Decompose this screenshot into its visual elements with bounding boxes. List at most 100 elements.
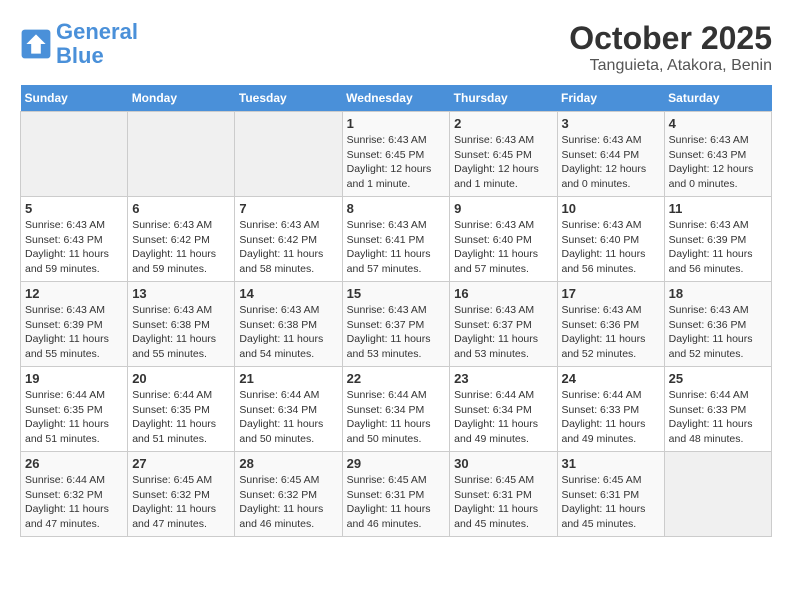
logo: General Blue [20, 20, 138, 68]
day-cell: 7 Sunrise: 6:43 AM Sunset: 6:42 PM Daylig… [235, 197, 342, 282]
day-number: 6 [132, 201, 230, 216]
day-number: 16 [454, 286, 552, 301]
week-row-3: 12Sunrise: 6:43 AM Sunset: 6:39 PM Dayli… [21, 282, 772, 367]
header-cell-saturday: Saturday [664, 85, 771, 112]
header-cell-friday: Friday [557, 85, 664, 112]
day-cell: 29Sunrise: 6:45 AM Sunset: 6:31 PM Dayli… [342, 452, 450, 537]
day-info: Sunrise: 6:43 AM Sunset: 6:43 PM Dayligh… [25, 218, 123, 277]
day-cell: 20 Sunrise: 6:44 AM Sunset: 6:35 PM Dayli… [128, 367, 235, 452]
day-info: Sunrise: 6:43 AM Sunset: 6:36 PM Dayligh… [562, 303, 660, 362]
calendar-title: October 2025 [569, 20, 772, 57]
day-cell: 6 Sunrise: 6:43 AM Sunset: 6:42 PM Daylig… [128, 197, 235, 282]
day-number: 10 [562, 201, 660, 216]
day-info: Sunrise: 6:43 AM Sunset: 6:40 PM Dayligh… [562, 218, 660, 277]
day-number: 8 [347, 201, 446, 216]
day-number: 11 [669, 201, 767, 216]
day-cell: 22 Sunrise: 6:44 AM Sunset: 6:34 PM Dayli… [342, 367, 450, 452]
day-info: Sunrise: 6:45 AM Sunset: 6:31 PM Dayligh… [562, 473, 660, 532]
day-info: Sunrise: 6:44 AM Sunset: 6:34 PM Dayligh… [239, 388, 337, 447]
day-cell [21, 112, 128, 197]
day-info: Sunrise: 6:44 AM Sunset: 6:34 PM Dayligh… [454, 388, 552, 447]
day-info: Sunrise: 6:43 AM Sunset: 6:42 PM Dayligh… [239, 218, 337, 277]
day-number: 3 [562, 116, 660, 131]
day-number: 7 [239, 201, 337, 216]
calendar-body: 1Sunrise: 6:43 AM Sunset: 6:45 PM Daylig… [21, 112, 772, 537]
logo-icon [20, 28, 52, 60]
day-cell: 28Sunrise: 6:45 AM Sunset: 6:32 PM Dayli… [235, 452, 342, 537]
day-info: Sunrise: 6:43 AM Sunset: 6:40 PM Dayligh… [454, 218, 552, 277]
day-cell: 9 Sunrise: 6:43 AM Sunset: 6:40 PM Daylig… [450, 197, 557, 282]
week-row-4: 19 Sunrise: 6:44 AM Sunset: 6:35 PM Dayli… [21, 367, 772, 452]
day-info: Sunrise: 6:44 AM Sunset: 6:35 PM Dayligh… [25, 388, 123, 447]
day-info: Sunrise: 6:44 AM Sunset: 6:32 PM Dayligh… [25, 473, 123, 532]
day-cell: 21 Sunrise: 6:44 AM Sunset: 6:34 PM Dayli… [235, 367, 342, 452]
day-number: 30 [454, 456, 552, 471]
day-info: Sunrise: 6:43 AM Sunset: 6:38 PM Dayligh… [132, 303, 230, 362]
logo-line1: General [56, 19, 138, 44]
day-cell: 25 Sunrise: 6:44 AM Sunset: 6:33 PM Dayli… [664, 367, 771, 452]
day-number: 19 [25, 371, 123, 386]
day-info: Sunrise: 6:44 AM Sunset: 6:33 PM Dayligh… [669, 388, 767, 447]
day-cell: 4 Sunrise: 6:43 AM Sunset: 6:43 PM Daylig… [664, 112, 771, 197]
day-number: 21 [239, 371, 337, 386]
header-cell-wednesday: Wednesday [342, 85, 450, 112]
day-number: 26 [25, 456, 123, 471]
day-cell [235, 112, 342, 197]
day-cell: 11Sunrise: 6:43 AM Sunset: 6:39 PM Dayli… [664, 197, 771, 282]
calendar-table: SundayMondayTuesdayWednesdayThursdayFrid… [20, 85, 772, 537]
day-info: Sunrise: 6:43 AM Sunset: 6:36 PM Dayligh… [669, 303, 767, 362]
day-number: 22 [347, 371, 446, 386]
day-cell [664, 452, 771, 537]
day-number: 4 [669, 116, 767, 131]
day-number: 27 [132, 456, 230, 471]
day-number: 14 [239, 286, 337, 301]
day-info: Sunrise: 6:43 AM Sunset: 6:44 PM Dayligh… [562, 133, 660, 192]
day-info: Sunrise: 6:45 AM Sunset: 6:32 PM Dayligh… [239, 473, 337, 532]
day-info: Sunrise: 6:45 AM Sunset: 6:31 PM Dayligh… [454, 473, 552, 532]
day-number: 15 [347, 286, 446, 301]
day-cell [128, 112, 235, 197]
header-cell-monday: Monday [128, 85, 235, 112]
day-cell: 26 Sunrise: 6:44 AM Sunset: 6:32 PM Dayli… [21, 452, 128, 537]
day-info: Sunrise: 6:44 AM Sunset: 6:33 PM Dayligh… [562, 388, 660, 447]
day-number: 29 [347, 456, 446, 471]
day-info: Sunrise: 6:44 AM Sunset: 6:35 PM Dayligh… [132, 388, 230, 447]
header-row: SundayMondayTuesdayWednesdayThursdayFrid… [21, 85, 772, 112]
day-number: 5 [25, 201, 123, 216]
day-cell: 2 Sunrise: 6:43 AM Sunset: 6:45 PM Daylig… [450, 112, 557, 197]
day-info: Sunrise: 6:45 AM Sunset: 6:32 PM Dayligh… [132, 473, 230, 532]
day-info: Sunrise: 6:44 AM Sunset: 6:34 PM Dayligh… [347, 388, 446, 447]
day-number: 13 [132, 286, 230, 301]
title-block: October 2025 Tanguieta, Atakora, Benin [569, 20, 772, 75]
logo-line2: Blue [56, 43, 104, 68]
day-cell: 1Sunrise: 6:43 AM Sunset: 6:45 PM Daylig… [342, 112, 450, 197]
day-number: 18 [669, 286, 767, 301]
day-number: 9 [454, 201, 552, 216]
day-info: Sunrise: 6:43 AM Sunset: 6:37 PM Dayligh… [347, 303, 446, 362]
day-cell: 19 Sunrise: 6:44 AM Sunset: 6:35 PM Dayli… [21, 367, 128, 452]
day-cell: 13 Sunrise: 6:43 AM Sunset: 6:38 PM Dayli… [128, 282, 235, 367]
day-number: 25 [669, 371, 767, 386]
day-cell: 27 Sunrise: 6:45 AM Sunset: 6:32 PM Dayli… [128, 452, 235, 537]
day-info: Sunrise: 6:43 AM Sunset: 6:41 PM Dayligh… [347, 218, 446, 277]
day-info: Sunrise: 6:43 AM Sunset: 6:45 PM Dayligh… [454, 133, 552, 192]
day-info: Sunrise: 6:43 AM Sunset: 6:43 PM Dayligh… [669, 133, 767, 192]
day-cell: 30 Sunrise: 6:45 AM Sunset: 6:31 PM Dayli… [450, 452, 557, 537]
header-cell-sunday: Sunday [21, 85, 128, 112]
day-number: 31 [562, 456, 660, 471]
day-number: 23 [454, 371, 552, 386]
day-info: Sunrise: 6:43 AM Sunset: 6:42 PM Dayligh… [132, 218, 230, 277]
day-number: 2 [454, 116, 552, 131]
calendar-header: SundayMondayTuesdayWednesdayThursdayFrid… [21, 85, 772, 112]
week-row-1: 1Sunrise: 6:43 AM Sunset: 6:45 PM Daylig… [21, 112, 772, 197]
day-number: 20 [132, 371, 230, 386]
day-cell: 24 Sunrise: 6:44 AM Sunset: 6:33 PM Dayli… [557, 367, 664, 452]
day-cell: 8 Sunrise: 6:43 AM Sunset: 6:41 PM Daylig… [342, 197, 450, 282]
day-info: Sunrise: 6:43 AM Sunset: 6:39 PM Dayligh… [25, 303, 123, 362]
day-cell: 23 Sunrise: 6:44 AM Sunset: 6:34 PM Dayli… [450, 367, 557, 452]
day-cell: 31 Sunrise: 6:45 AM Sunset: 6:31 PM Dayli… [557, 452, 664, 537]
day-cell: 15 Sunrise: 6:43 AM Sunset: 6:37 PM Dayli… [342, 282, 450, 367]
logo-text: General Blue [56, 20, 138, 68]
day-cell: 18 Sunrise: 6:43 AM Sunset: 6:36 PM Dayli… [664, 282, 771, 367]
day-number: 24 [562, 371, 660, 386]
